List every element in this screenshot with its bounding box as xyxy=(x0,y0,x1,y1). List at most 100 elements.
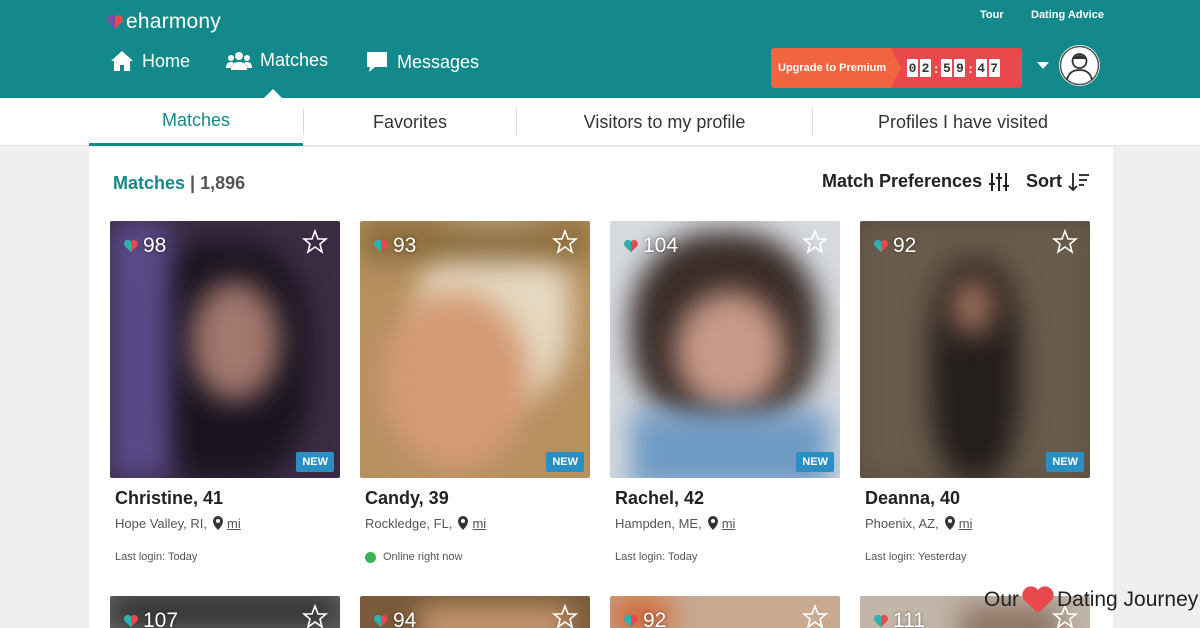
watermark-right: Dating Journey xyxy=(1057,588,1199,611)
match-name[interactable]: Rachel, 42 xyxy=(610,488,840,509)
distance-link[interactable]: mi xyxy=(722,516,736,531)
score-value: 104 xyxy=(643,234,679,257)
match-preferences-button[interactable]: Match Preferences xyxy=(822,171,1010,192)
favorite-star-icon[interactable] xyxy=(552,229,578,255)
users-icon xyxy=(226,51,252,70)
matches-count: Matches | 1,896 xyxy=(113,173,245,194)
heart-score-icon xyxy=(124,614,138,628)
profile-photo[interactable]: 92 xyxy=(610,596,840,628)
online-status: Online right now xyxy=(360,551,590,563)
account-dropdown-icon[interactable] xyxy=(1037,62,1049,69)
favorite-star-icon[interactable] xyxy=(552,604,578,628)
top-header: eharmony Tour Dating Advice Home Matches… xyxy=(0,0,1200,98)
upgrade-label: Upgrade to Premium xyxy=(771,48,901,88)
matches-count-label: Matches xyxy=(113,173,186,193)
timer-digit: 4 xyxy=(975,59,987,77)
map-pin-icon xyxy=(458,516,469,530)
nav-messages[interactable]: Messages xyxy=(365,50,479,74)
score-value: 98 xyxy=(143,234,167,257)
active-nav-indicator xyxy=(264,89,282,98)
last-login: Last login: Yesterday xyxy=(865,551,967,563)
map-pin-icon xyxy=(944,516,955,530)
heart-score-icon xyxy=(624,239,638,253)
matches-subtabs: Matches Favorites Visitors to my profile… xyxy=(0,98,1200,146)
match-card[interactable]: 93 NEW Candy, 39 Rockledge, FL, mi Onlin… xyxy=(360,221,590,563)
upgrade-premium-button[interactable]: Upgrade to Premium 0 2 : 5 9 : 4 7 xyxy=(771,48,1022,88)
new-badge: NEW xyxy=(1046,452,1084,472)
tour-link[interactable]: Tour xyxy=(980,9,1004,21)
favorite-star-icon[interactable] xyxy=(802,604,828,628)
compatibility-score: 92 xyxy=(623,609,666,628)
avatar[interactable] xyxy=(1059,45,1100,86)
match-name[interactable]: Candy, 39 xyxy=(360,488,590,509)
compatibility-score: 104 xyxy=(623,234,678,258)
profile-photo[interactable]: 104 NEW xyxy=(610,221,840,478)
match-name[interactable]: Deanna, 40 xyxy=(860,488,1090,509)
heart-score-icon xyxy=(874,614,888,628)
online-dot-icon xyxy=(365,551,376,563)
profile-photo[interactable]: 94 xyxy=(360,596,590,628)
favorite-star-icon[interactable] xyxy=(802,229,828,255)
tab-favorites[interactable]: Favorites xyxy=(304,98,516,146)
favorite-star-icon[interactable] xyxy=(302,229,328,255)
match-card[interactable]: 104 NEW Rachel, 42 Hampden, ME, mi Last … xyxy=(610,221,840,563)
score-value: 92 xyxy=(893,234,917,257)
nav-home[interactable]: Home xyxy=(110,50,190,72)
profile-photo[interactable]: 98 NEW xyxy=(110,221,340,478)
favorite-star-icon[interactable] xyxy=(1052,229,1078,255)
match-card[interactable]: 92 NEW Deanna, 40 Phoenix, AZ, mi Last l… xyxy=(860,221,1090,563)
location-text: Phoenix, AZ, xyxy=(865,515,939,531)
timer-digit: 0 xyxy=(907,59,918,77)
location-text: Hampden, ME, xyxy=(615,515,702,531)
last-login: Last login: Today xyxy=(615,551,698,563)
score-value: 107 xyxy=(143,609,179,628)
timer-digit: 2 xyxy=(920,59,931,77)
heart-score-icon xyxy=(124,239,138,253)
user-silhouette-icon xyxy=(1059,45,1100,86)
compatibility-score: 98 xyxy=(123,234,166,258)
heart-score-icon xyxy=(624,614,638,628)
match-card[interactable]: 92 xyxy=(610,596,840,628)
distance-link[interactable]: mi xyxy=(227,516,241,531)
timer-colon: : xyxy=(968,60,973,76)
nav-matches[interactable]: Matches xyxy=(226,50,328,71)
eharmony-logo[interactable]: eharmony xyxy=(106,10,221,34)
sort-button[interactable]: Sort xyxy=(1026,171,1090,192)
compatibility-score: 92 xyxy=(873,234,916,258)
favorite-star-icon[interactable] xyxy=(302,604,328,628)
distance-link[interactable]: mi xyxy=(472,516,486,531)
compatibility-score: 111 xyxy=(873,609,925,628)
new-badge: NEW xyxy=(296,452,334,472)
timer-digit: 9 xyxy=(954,59,966,77)
tab-matches[interactable]: Matches xyxy=(89,98,303,146)
home-icon xyxy=(111,51,133,71)
profile-photo[interactable]: 93 NEW xyxy=(360,221,590,478)
last-login: Last login: Today xyxy=(115,551,198,563)
match-location: Hampden, ME, mi xyxy=(610,515,840,531)
tab-profiles-visited[interactable]: Profiles I have visited xyxy=(813,98,1113,146)
map-pin-icon xyxy=(213,516,224,530)
new-badge: NEW xyxy=(546,452,584,472)
score-value: 93 xyxy=(393,234,417,257)
compatibility-score: 93 xyxy=(373,234,416,258)
nav-home-label: Home xyxy=(142,50,191,71)
match-card[interactable]: 94 xyxy=(360,596,590,628)
compatibility-score: 94 xyxy=(373,609,416,628)
match-card[interactable]: 98 NEW Christine, 41 Hope Valley, RI, mi… xyxy=(110,221,340,563)
profile-photo[interactable]: 92 NEW xyxy=(860,221,1090,478)
timer-digit: 7 xyxy=(988,59,1000,77)
sliders-icon xyxy=(989,172,1010,191)
timer-colon: : xyxy=(934,60,939,76)
distance-link[interactable]: mi xyxy=(959,516,973,531)
profile-photo[interactable]: 107 xyxy=(110,596,340,628)
match-location: Hope Valley, RI, mi xyxy=(110,515,340,531)
sort-label: Sort xyxy=(1026,171,1062,191)
match-card[interactable]: 107 xyxy=(110,596,340,628)
brand-name: eharmony xyxy=(126,10,221,33)
dating-advice-link[interactable]: Dating Advice xyxy=(1031,9,1104,21)
match-name[interactable]: Christine, 41 xyxy=(110,488,340,509)
tab-visitors[interactable]: Visitors to my profile xyxy=(517,98,812,146)
heart-logo-icon xyxy=(106,13,124,31)
timer-digit: 5 xyxy=(941,59,953,77)
watermark-left: Our xyxy=(984,588,1020,611)
